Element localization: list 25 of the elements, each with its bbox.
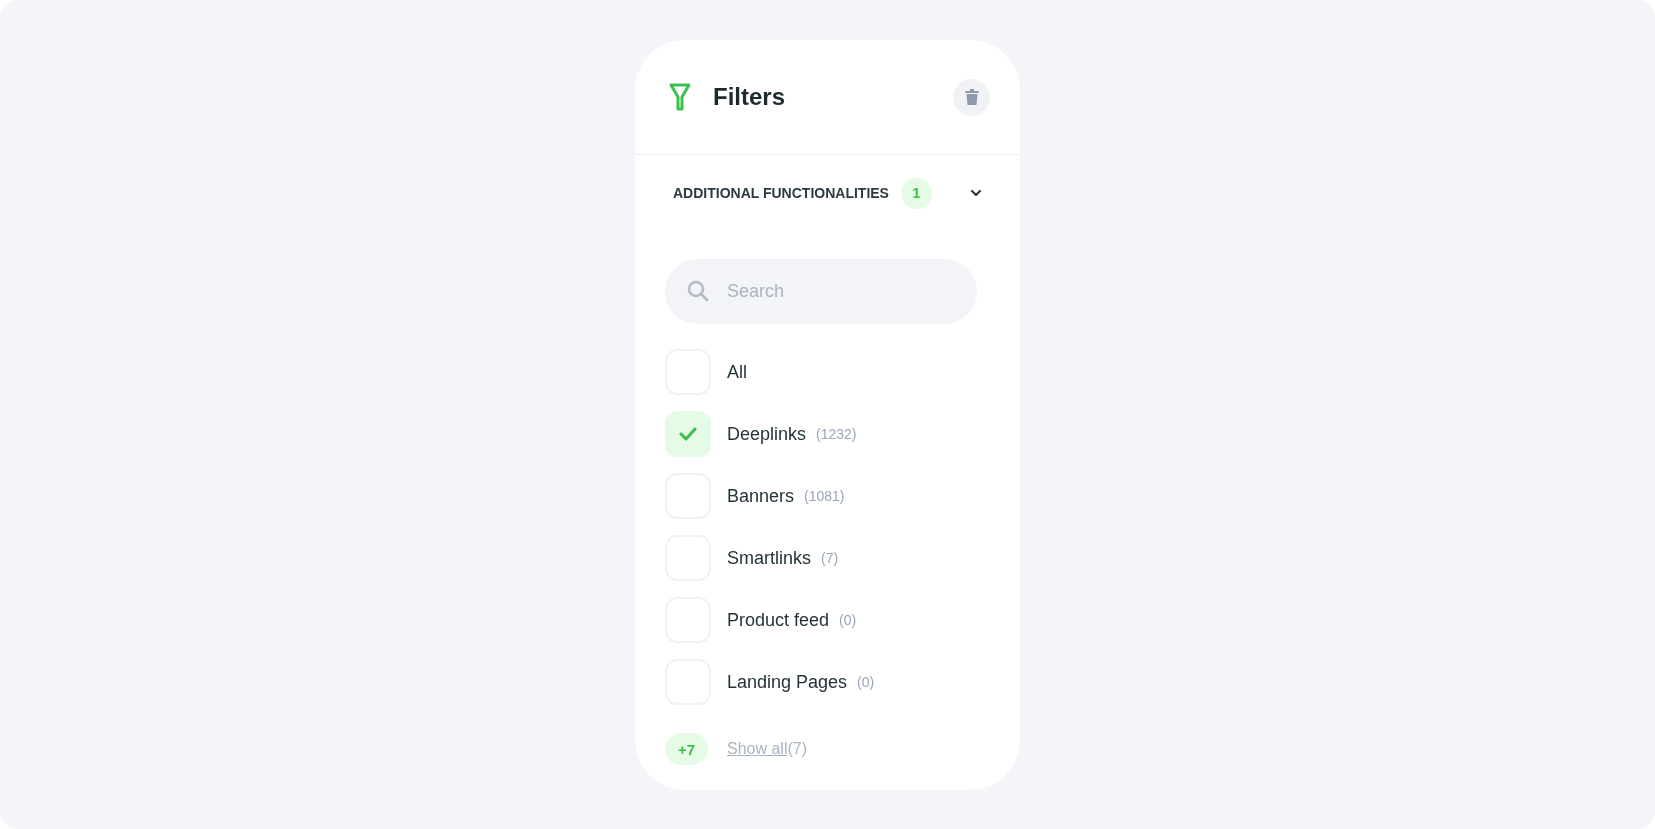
show-all-link[interactable]: Show all (727, 740, 788, 758)
checkmark-icon (679, 427, 697, 441)
option-label: All (727, 361, 747, 383)
option-count: (1232) (816, 426, 857, 442)
option-count: (7) (821, 550, 839, 566)
more-count: (7) (787, 740, 808, 758)
search-field[interactable]: Search (665, 259, 977, 324)
more-badge: +7 (665, 733, 708, 765)
option-label: Banners (727, 485, 795, 507)
count-badge: 1 (900, 177, 932, 209)
option-count: (0) (839, 612, 857, 628)
trash-icon (964, 89, 979, 105)
delete-button[interactable] (953, 78, 990, 116)
chevron-down-icon[interactable] (970, 189, 982, 197)
option-label: Deeplinks (727, 423, 807, 445)
option-count: (1081) (804, 488, 845, 504)
funnel-icon (669, 82, 691, 112)
option-count: (0) (857, 674, 875, 690)
option-label: Product feed (727, 609, 830, 631)
section-title: ADDITIONAL FUNCTIONALITIES (673, 185, 889, 201)
search-icon (687, 280, 709, 302)
option-label: Landing Pages (727, 671, 848, 693)
checkbox[interactable] (665, 411, 711, 457)
panel-title: Filters (713, 83, 787, 111)
option-label: Smartlinks (727, 547, 811, 569)
